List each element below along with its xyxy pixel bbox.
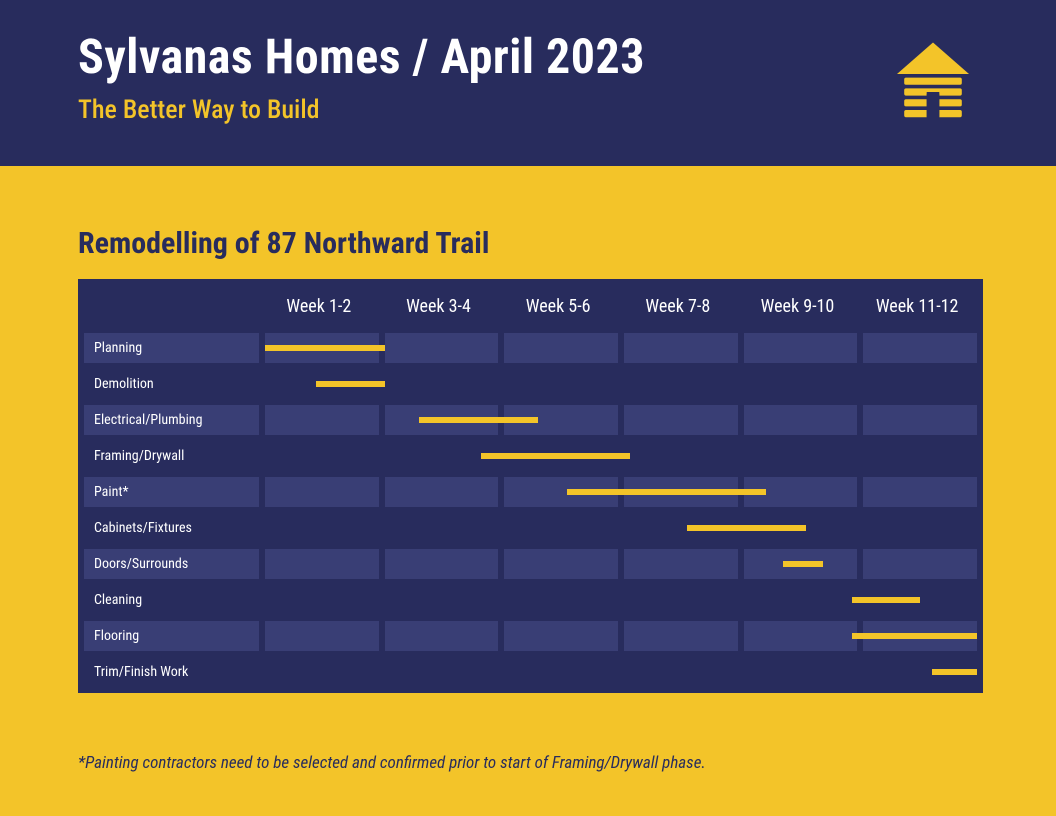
gantt-bar	[567, 489, 767, 495]
col-header: Week 5-6	[498, 296, 618, 317]
gantt-row: Paint*	[78, 477, 983, 507]
gantt-track	[265, 549, 977, 579]
gantt-bar	[783, 561, 823, 567]
gantt-row: Trim/Finish Work	[78, 657, 983, 687]
gantt-bar	[481, 453, 629, 459]
footnote: *Painting contractors need to be selecte…	[78, 753, 978, 773]
gantt-row: Doors/Surrounds	[78, 549, 983, 579]
col-header: Week 9-10	[738, 296, 858, 317]
header: Sylvanas Homes / April 2023 The Better W…	[0, 0, 1056, 166]
gantt-row: Cleaning	[78, 585, 983, 615]
gantt-track	[265, 441, 977, 471]
cabin-icon	[888, 38, 978, 128]
gantt-bar	[687, 525, 807, 531]
task-label: Electrical/Plumbing	[84, 405, 259, 435]
gantt-track	[265, 369, 977, 399]
task-label: Cleaning	[84, 585, 259, 615]
gantt-row: Framing/Drywall	[78, 441, 983, 471]
gantt-track	[265, 585, 977, 615]
gantt-bar	[932, 669, 977, 675]
content: Remodelling of 87 Northward Trail Week 1…	[0, 166, 1056, 773]
gantt-track	[265, 477, 977, 507]
task-label: Cabinets/Fixtures	[84, 513, 259, 543]
task-label: Trim/Finish Work	[84, 657, 259, 687]
page-subtitle: The Better Way to Build	[78, 95, 645, 125]
task-label: Doors/Surrounds	[84, 549, 259, 579]
task-label: Planning	[84, 333, 259, 363]
gantt-chart: Week 1-2 Week 3-4 Week 5-6 Week 7-8 Week…	[78, 279, 983, 693]
gantt-bar	[852, 597, 921, 603]
gantt-bar	[316, 381, 385, 387]
gantt-row: Cabinets/Fixtures	[78, 513, 983, 543]
gantt-track	[265, 621, 977, 651]
task-label: Flooring	[84, 621, 259, 651]
gantt-header: Week 1-2 Week 3-4 Week 5-6 Week 7-8 Week…	[78, 279, 983, 333]
gantt-row: Demolition	[78, 369, 983, 399]
col-header: Week 1-2	[259, 296, 379, 317]
col-header: Week 11-12	[857, 296, 977, 317]
task-label: Framing/Drywall	[84, 441, 259, 471]
gantt-track	[265, 657, 977, 687]
col-header: Week 3-4	[379, 296, 499, 317]
gantt-rows: Planning Demolition Electrical/Plumbing Fra…	[78, 333, 983, 687]
page-title: Sylvanas Homes / April 2023	[78, 28, 645, 85]
gantt-row: Flooring	[78, 621, 983, 651]
header-text: Sylvanas Homes / April 2023 The Better W…	[78, 28, 645, 125]
gantt-bar	[419, 417, 539, 423]
task-label: Paint*	[84, 477, 259, 507]
gantt-track	[265, 333, 977, 363]
gantt-row: Planning	[78, 333, 983, 363]
gantt-track	[265, 513, 977, 543]
gantt-track	[265, 405, 977, 435]
gantt-bar	[852, 633, 977, 639]
gantt-row: Electrical/Plumbing	[78, 405, 983, 435]
col-header: Week 7-8	[618, 296, 738, 317]
gantt-bar	[265, 345, 385, 351]
task-label: Demolition	[84, 369, 259, 399]
section-title: Remodelling of 87 Northward Trail	[78, 226, 978, 261]
